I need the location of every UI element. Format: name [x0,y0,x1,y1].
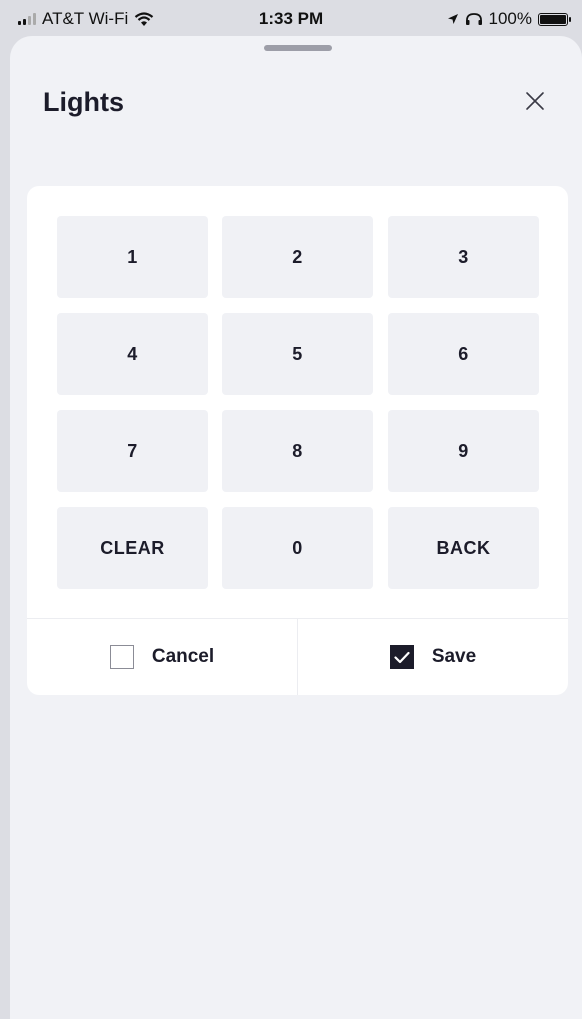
keypad-card: 1 2 3 4 5 6 7 8 9 CLEAR 0 BACK Cancel Sa… [27,186,568,695]
key-8[interactable]: 8 [222,410,373,492]
key-2[interactable]: 2 [222,216,373,298]
key-9[interactable]: 9 [388,410,539,492]
close-button[interactable] [520,86,550,116]
key-5[interactable]: 5 [222,313,373,395]
headphones-icon [465,13,482,25]
save-checkbox[interactable] [389,645,414,669]
bottom-sheet: Lights 1 2 3 4 5 6 7 8 9 CLEAR 0 BACK Ca… [10,36,582,1019]
save-button[interactable]: Save [298,619,568,695]
location-icon [447,14,458,24]
sheet-grabber-handle[interactable] [264,45,332,51]
key-6[interactable]: 6 [388,313,539,395]
key-0[interactable]: 0 [222,507,373,589]
save-label: Save [431,646,477,667]
key-4[interactable]: 4 [57,313,208,395]
status-bar: AT&T Wi-Fi 1:33 PM 100% [0,0,582,38]
key-1[interactable]: 1 [57,216,208,298]
status-right: 100% [447,9,571,29]
battery-icon [538,12,571,26]
checkmark-icon [394,651,410,663]
key-back[interactable]: BACK [388,507,539,589]
key-3[interactable]: 3 [388,216,539,298]
sheet-title: Lights [43,87,124,117]
cancel-button[interactable]: Cancel [27,619,297,695]
key-7[interactable]: 7 [57,410,208,492]
cancel-label: Cancel [151,646,215,667]
key-clear[interactable]: CLEAR [57,507,208,589]
close-icon [526,92,544,110]
battery-percent: 100% [488,9,532,28]
cancel-checkbox[interactable] [109,645,134,669]
